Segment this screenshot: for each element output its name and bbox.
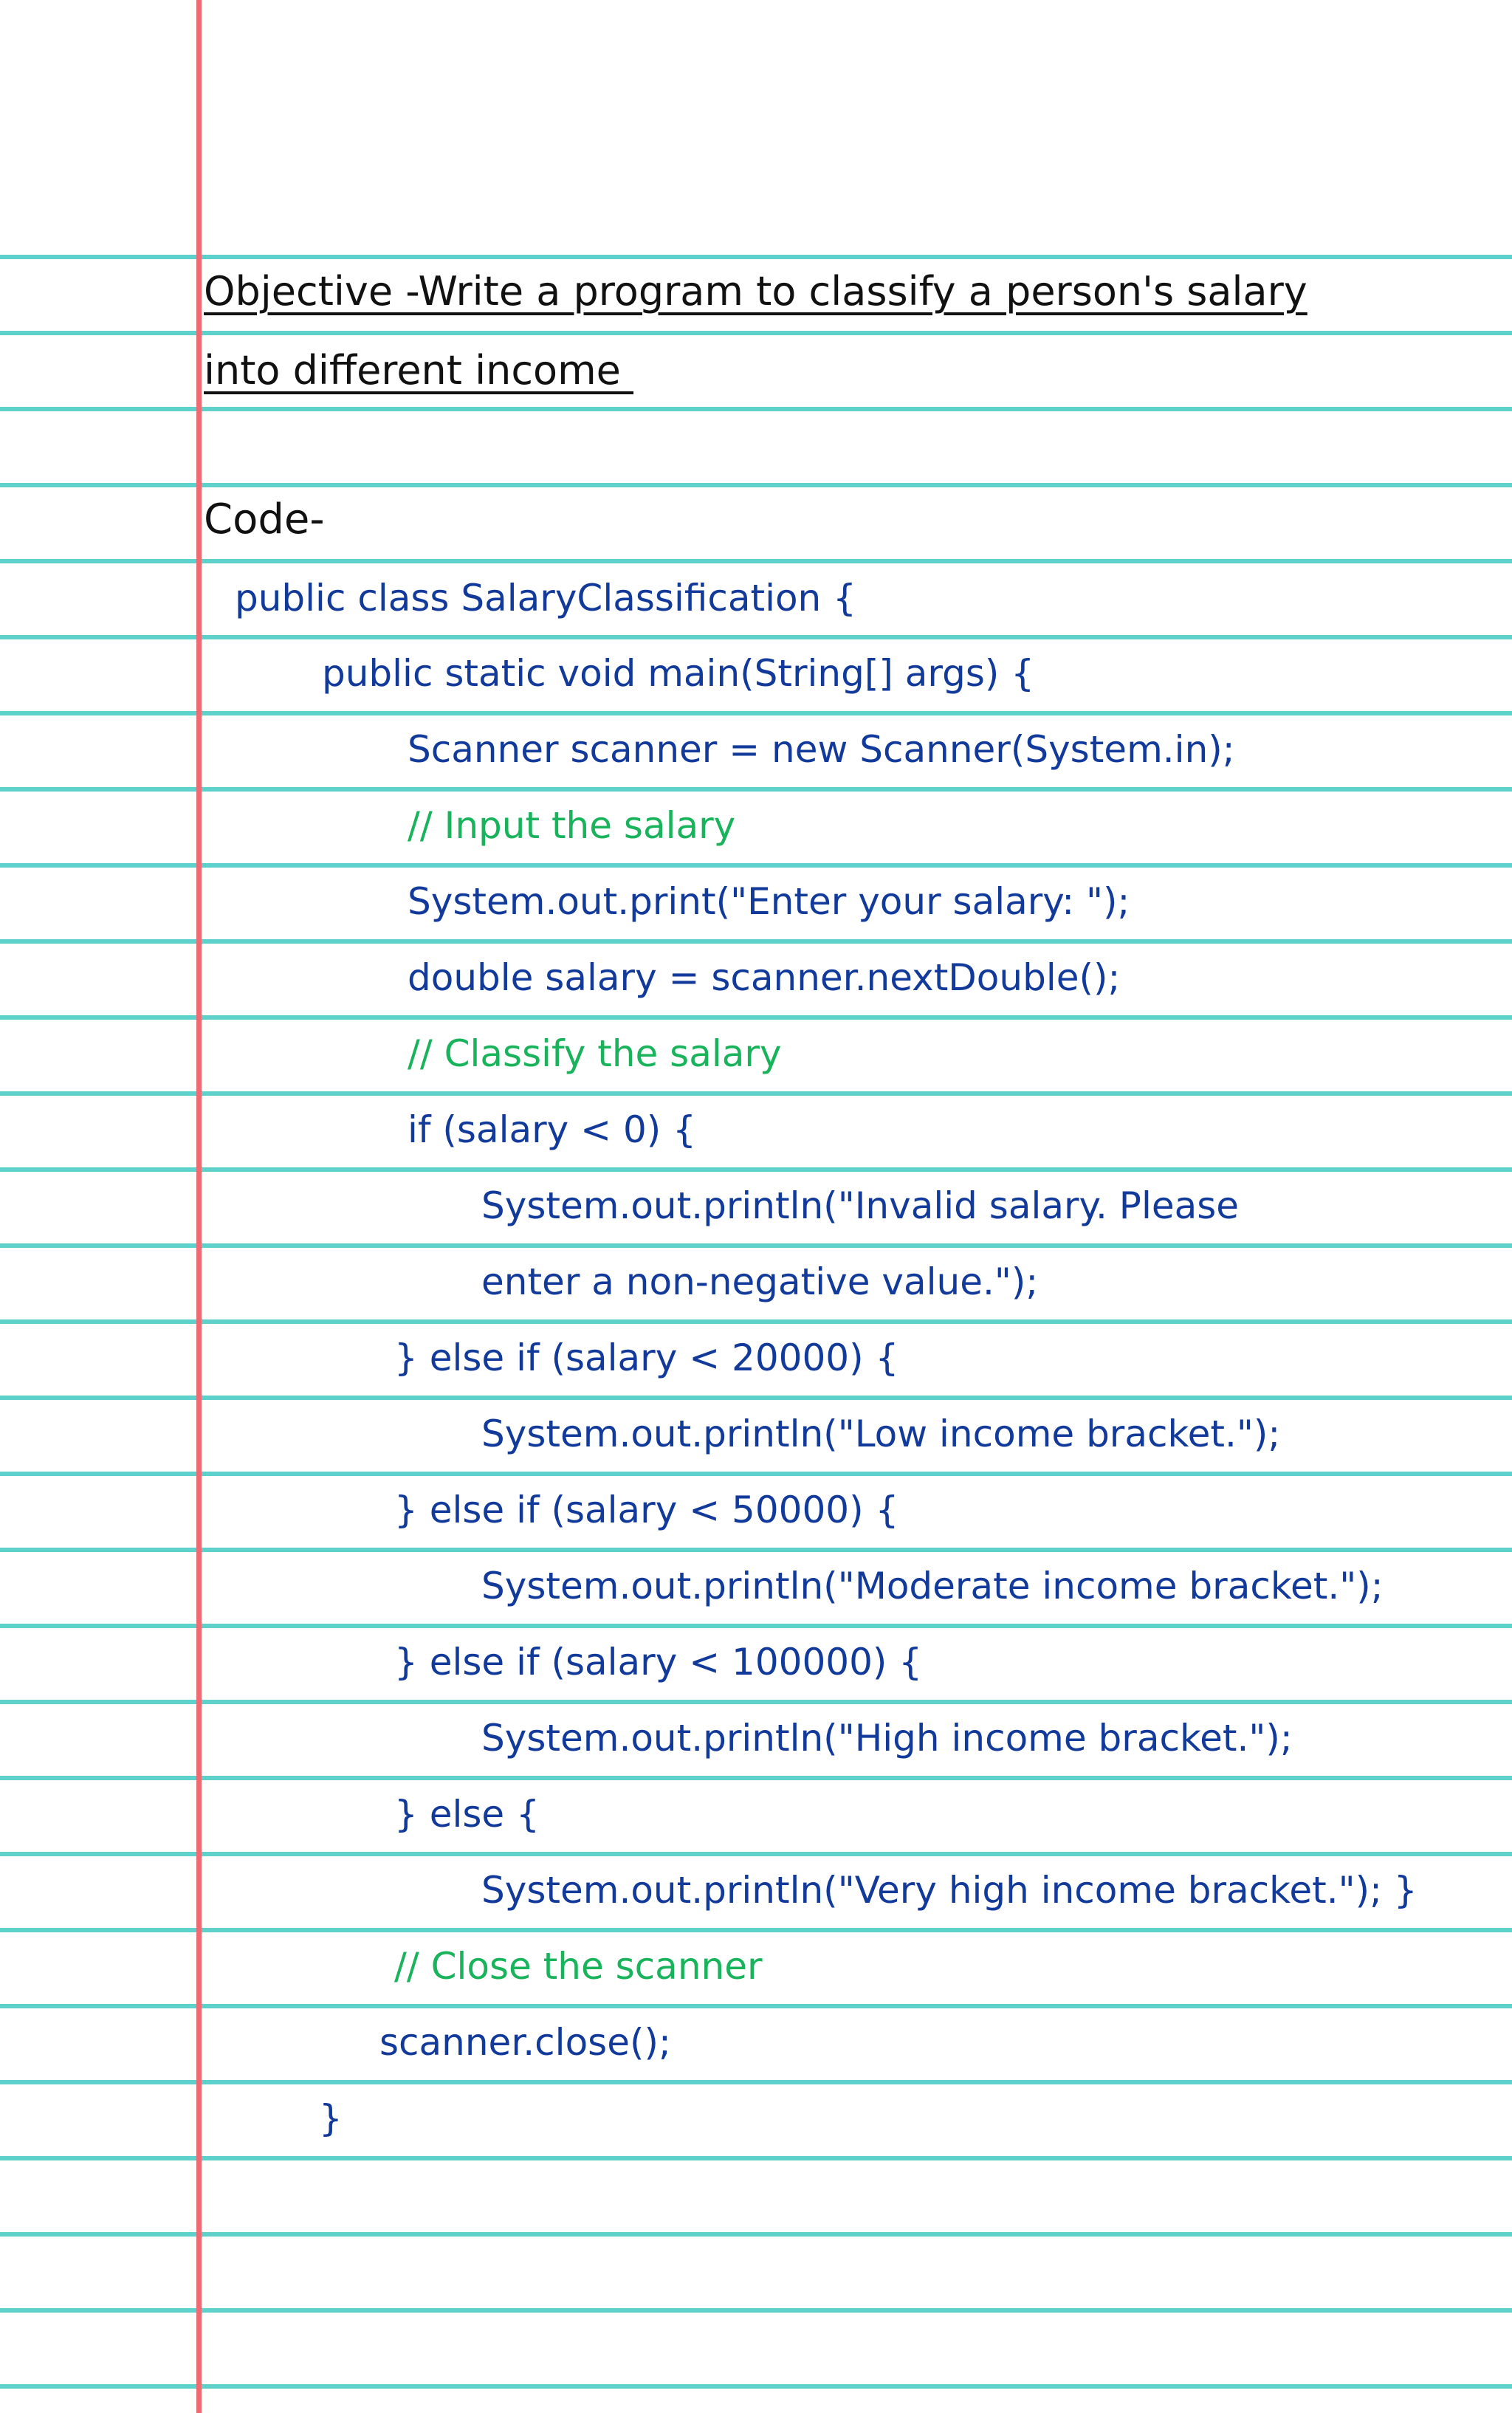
ruled-line [0,1243,1512,1248]
ruled-line [0,2156,1512,2160]
ruled-line [0,1015,1512,1020]
ruled-line [0,255,1512,259]
code-line: if (salary < 0) { [408,1108,696,1151]
code-line: enter a non-negative value."); [481,1260,1039,1303]
code-line: } [319,2097,343,2140]
code-line: } else if (salary < 20000) { [394,1336,899,1379]
ruled-line [0,1396,1512,1400]
code-line: public static void main(String[] args) { [322,652,1035,695]
ruled-line [0,1548,1512,1552]
code-line: } else if (salary < 50000) { [394,1489,899,1531]
ruled-line [0,787,1512,792]
ruled-line [0,483,1512,487]
ruled-line [0,2384,1512,2389]
code-label: Code- [204,495,325,543]
code-line: System.out.println("Invalid salary. Plea… [481,1184,1240,1227]
ruled-line [0,407,1512,411]
ruled-line [0,1776,1512,1780]
ruled-line [0,1928,1512,1932]
ruled-line [0,2004,1512,2008]
ruled-line [0,559,1512,563]
objective-line-2: into different income [204,347,634,394]
objective-line-1: Objective -Write a program to classify a… [204,268,1307,315]
ruled-line [0,2308,1512,2313]
ruled-line [0,635,1512,639]
ruled-line [0,1167,1512,1172]
code-line: } else { [394,1793,540,1836]
code-line: System.out.println("High income bracket.… [481,1717,1293,1760]
code-comment: // Input the salary [408,804,736,847]
code-line: public class SalaryClassification { [235,577,856,619]
ruled-line [0,711,1512,715]
ruled-line [0,331,1512,335]
code-comment: // Classify the salary [408,1032,782,1075]
ruled-line [0,1852,1512,1856]
ruled-line [0,1091,1512,1096]
ruled-line [0,1700,1512,1704]
code-line: System.out.println("Low income bracket."… [481,1413,1281,1455]
code-line: System.out.println("Very high income bra… [481,1869,1418,1912]
ruled-line [0,2232,1512,2237]
code-line: System.out.println("Moderate income brac… [481,1565,1384,1607]
code-line: scanner.close(); [379,2021,671,2064]
ruled-line [0,2080,1512,2084]
margin-line [196,0,202,2413]
ruled-line [0,863,1512,868]
code-line: } else if (salary < 100000) { [394,1641,923,1683]
ruled-line [0,1319,1512,1324]
ruled-line [0,1472,1512,1476]
code-line: double salary = scanner.nextDouble(); [408,956,1121,999]
code-comment: // Close the scanner [394,1945,763,1988]
ruled-line [0,939,1512,944]
ruled-line [0,1624,1512,1628]
code-line: System.out.print("Enter your salary: "); [408,880,1130,923]
code-line: Scanner scanner = new Scanner(System.in)… [408,728,1235,771]
notebook-page: Objective -Write a program to classify a… [0,0,1512,2413]
